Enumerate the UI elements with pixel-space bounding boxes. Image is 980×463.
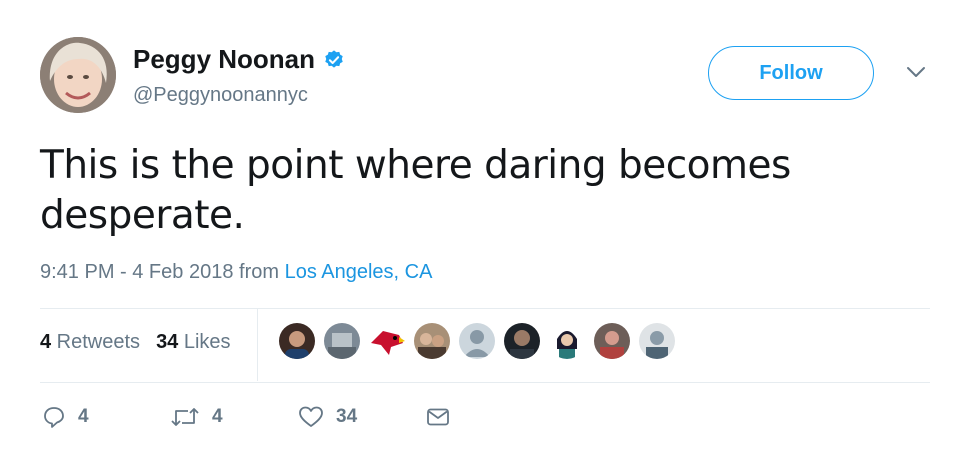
tweet-text: This is the point where daring becomes d…	[40, 143, 791, 238]
direct-message-button[interactable]	[426, 405, 450, 429]
liker-avatars	[279, 323, 684, 359]
likes-stat[interactable]: 34 Likes	[156, 331, 231, 354]
liker-avatar[interactable]	[369, 323, 405, 359]
follow-button[interactable]: Follow	[708, 46, 874, 100]
tweet-timestamp[interactable]: 9:41 PM - 4 Feb 2018	[40, 261, 233, 283]
reply-icon	[44, 407, 64, 428]
retweet-icon	[171, 408, 199, 426]
reply-count: 4	[78, 406, 89, 427]
author-name[interactable]: Peggy Noonan	[133, 44, 315, 75]
likes-count: 34	[156, 331, 179, 353]
author-avatar[interactable]	[40, 37, 116, 113]
reply-button[interactable]: 4	[42, 405, 89, 429]
author-name-row: Peggy Noonan	[133, 44, 345, 75]
retweet-button[interactable]: 4	[170, 405, 223, 429]
divider-top	[40, 308, 930, 309]
tweet-location-link[interactable]: Los Angeles, CA	[285, 261, 433, 283]
like-button[interactable]: 34	[298, 405, 357, 429]
liker-avatar[interactable]	[279, 323, 315, 359]
likes-label: Likes	[178, 331, 231, 353]
liker-avatar[interactable]	[504, 323, 540, 359]
from-label: from	[233, 261, 285, 283]
message-icon	[427, 408, 449, 426]
tweet-stats: 4 Retweets 34 Likes	[40, 331, 231, 354]
retweets-stat[interactable]: 4 Retweets	[40, 331, 140, 354]
liker-avatar[interactable]	[459, 323, 495, 359]
heart-icon	[299, 406, 323, 427]
retweet-count: 4	[212, 406, 223, 427]
liker-avatar[interactable]	[549, 323, 585, 359]
author-avatar-image	[40, 37, 116, 113]
liker-avatar[interactable]	[639, 323, 675, 359]
liker-avatar[interactable]	[414, 323, 450, 359]
like-count: 34	[336, 406, 358, 427]
liker-avatar[interactable]	[324, 323, 360, 359]
chevron-down-icon[interactable]	[905, 64, 927, 80]
stats-divider	[257, 309, 258, 381]
tweet-metadata: 9:41 PM - 4 Feb 2018 from Los Angeles, C…	[40, 261, 432, 284]
liker-avatar[interactable]	[594, 323, 630, 359]
verified-badge-icon	[325, 49, 343, 68]
divider-bottom	[40, 382, 930, 383]
retweets-label: Retweets	[51, 331, 141, 353]
retweets-count: 4	[40, 331, 52, 353]
author-handle[interactable]: @Peggynoonannyc	[133, 84, 308, 107]
